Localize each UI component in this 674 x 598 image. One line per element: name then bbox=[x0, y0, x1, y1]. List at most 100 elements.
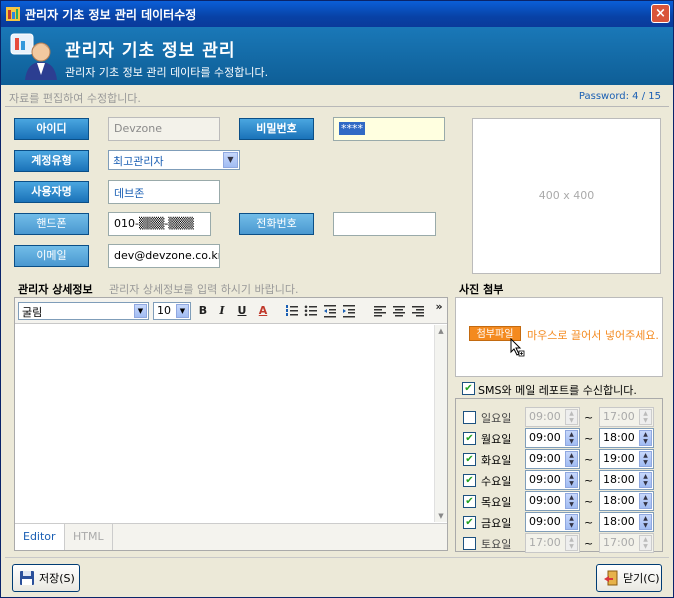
day-checkbox[interactable]: ✔ bbox=[463, 474, 476, 487]
password-counter: Password: 4 / 15 bbox=[578, 91, 661, 102]
start-time-spinner[interactable]: 09:00 ▲ ▼ bbox=[525, 407, 580, 427]
editor-content-area[interactable] bbox=[15, 325, 435, 521]
tilde: ~ bbox=[584, 411, 594, 424]
username-field[interactable]: 데브존 bbox=[108, 180, 220, 204]
door-exit-icon bbox=[604, 570, 618, 586]
start-time-spinner[interactable]: 17:00 ▲ ▼ bbox=[525, 533, 580, 553]
tilde: ~ bbox=[584, 432, 594, 445]
spin-arrows-icon[interactable]: ▲ ▼ bbox=[565, 451, 578, 467]
title-bar[interactable]: 관리자 기초 정보 관리 데이터수정 × bbox=[1, 1, 673, 27]
close-button[interactable]: 닫기(C) bbox=[596, 564, 662, 592]
end-time-spinner[interactable]: 18:00 ▲ ▼ bbox=[599, 512, 654, 532]
tel-field[interactable] bbox=[333, 212, 436, 236]
start-time: 09:00 bbox=[529, 410, 561, 423]
day-name: 수요일 bbox=[481, 475, 512, 488]
start-time-spinner[interactable]: 09:00 ▲ ▼ bbox=[525, 491, 580, 511]
email-field[interactable]: dev@devzone.co.kr bbox=[108, 244, 220, 268]
spin-arrows-icon[interactable]: ▲ ▼ bbox=[565, 409, 578, 425]
window-title: 관리자 기초 정보 관리 데이터수정 bbox=[25, 8, 197, 22]
password-mask: **** bbox=[339, 122, 365, 135]
id-field[interactable]: Devzone bbox=[108, 117, 220, 141]
save-button[interactable]: 저장(S) bbox=[12, 564, 80, 592]
edit-hint: 자료를 편집하여 수정합니다. bbox=[9, 92, 141, 105]
schedule-row: ✔ 화요일 09:00 ▲ ▼ ~ 19:00 ▲ ▼ bbox=[456, 449, 662, 469]
day-checkbox[interactable] bbox=[463, 411, 476, 424]
end-time-spinner[interactable]: 18:00 ▲ ▼ bbox=[599, 470, 654, 490]
end-time-spinner[interactable]: 17:00 ▲ ▼ bbox=[599, 407, 654, 427]
spin-arrows-icon[interactable]: ▲ ▼ bbox=[565, 514, 578, 530]
chevron-down-icon[interactable]: ▼ bbox=[134, 304, 147, 318]
start-time: 09:00 bbox=[529, 494, 561, 507]
sms-checkbox[interactable]: ✔ bbox=[462, 382, 475, 395]
end-time-spinner[interactable]: 19:00 ▲ ▼ bbox=[599, 449, 654, 469]
start-time-spinner[interactable]: 09:00 ▲ ▼ bbox=[525, 449, 580, 469]
tab-html[interactable]: HTML bbox=[65, 524, 113, 550]
bold-button[interactable]: B bbox=[195, 303, 211, 319]
chevron-down-icon[interactable]: ▼ bbox=[176, 304, 189, 318]
editor-scrollbar[interactable]: ▲ ▼ bbox=[434, 325, 447, 522]
password-field[interactable]: **** bbox=[333, 117, 445, 141]
font-size-select[interactable]: 10 ▼ bbox=[153, 302, 191, 320]
align-left-icon[interactable] bbox=[372, 303, 388, 319]
account-type-select[interactable]: 최고관리자 ▼ bbox=[108, 150, 240, 170]
phone-label: 핸드폰 bbox=[14, 213, 89, 235]
spin-arrows-icon[interactable]: ▲ ▼ bbox=[639, 514, 652, 530]
indent-icon[interactable] bbox=[341, 303, 357, 319]
chevron-down-icon[interactable]: ▼ bbox=[223, 152, 238, 168]
spin-arrows-icon[interactable]: ▲ ▼ bbox=[639, 535, 652, 551]
font-color-button[interactable]: A bbox=[255, 303, 271, 319]
font-size-value: 10 bbox=[157, 304, 171, 317]
spin-arrows-icon[interactable]: ▲ ▼ bbox=[639, 430, 652, 446]
day-checkbox[interactable]: ✔ bbox=[463, 432, 476, 445]
app-icon bbox=[6, 7, 20, 21]
end-time: 19:00 bbox=[603, 452, 635, 465]
start-time: 17:00 bbox=[529, 536, 561, 549]
end-time: 17:00 bbox=[603, 536, 635, 549]
end-time-spinner[interactable]: 17:00 ▲ ▼ bbox=[599, 533, 654, 553]
scroll-down-icon[interactable]: ▼ bbox=[435, 510, 447, 522]
ordered-list-icon[interactable] bbox=[284, 303, 300, 319]
schedule-row: ✔ 월요일 09:00 ▲ ▼ ~ 18:00 ▲ ▼ bbox=[456, 428, 662, 448]
unordered-list-icon[interactable] bbox=[303, 303, 319, 319]
schedule-row: ✔ 금요일 09:00 ▲ ▼ ~ 18:00 ▲ ▼ bbox=[456, 512, 662, 532]
photo-drop-zone[interactable]: 첨부파일 마우스로 끌어서 넣어주세요. bbox=[455, 297, 663, 377]
end-time: 18:00 bbox=[603, 515, 635, 528]
spin-arrows-icon[interactable]: ▲ ▼ bbox=[565, 535, 578, 551]
day-name: 화요일 bbox=[481, 454, 512, 467]
tilde: ~ bbox=[584, 453, 594, 466]
underline-button[interactable]: U bbox=[234, 303, 250, 319]
spin-arrows-icon[interactable]: ▲ ▼ bbox=[639, 451, 652, 467]
font-select[interactable]: 굴림 ▼ bbox=[18, 302, 149, 320]
phone-field[interactable]: 010-▒▒▒-▒▒▒ bbox=[108, 212, 211, 236]
close-icon[interactable]: × bbox=[651, 4, 670, 23]
end-time-spinner[interactable]: 18:00 ▲ ▼ bbox=[599, 428, 654, 448]
align-right-icon[interactable] bbox=[410, 303, 426, 319]
spin-arrows-icon[interactable]: ▲ ▼ bbox=[639, 493, 652, 509]
day-checkbox[interactable]: ✔ bbox=[463, 453, 476, 466]
spin-arrows-icon[interactable]: ▲ ▼ bbox=[639, 472, 652, 488]
spin-arrows-icon[interactable]: ▲ ▼ bbox=[565, 430, 578, 446]
banner-subtitle: 관리자 기초 정보 관리 데이타를 수정합니다. bbox=[65, 66, 269, 79]
start-time: 09:00 bbox=[529, 515, 561, 528]
italic-button[interactable]: I bbox=[214, 303, 230, 319]
outdent-icon[interactable] bbox=[322, 303, 338, 319]
tilde: ~ bbox=[584, 516, 594, 529]
end-time-spinner[interactable]: 18:00 ▲ ▼ bbox=[599, 491, 654, 511]
spin-arrows-icon[interactable]: ▲ ▼ bbox=[565, 472, 578, 488]
align-center-icon[interactable] bbox=[391, 303, 407, 319]
spin-arrows-icon[interactable]: ▲ ▼ bbox=[565, 493, 578, 509]
password-label: 비밀번호 bbox=[239, 118, 314, 140]
spin-arrows-icon[interactable]: ▲ ▼ bbox=[639, 409, 652, 425]
day-checkbox[interactable]: ✔ bbox=[463, 516, 476, 529]
start-time-spinner[interactable]: 09:00 ▲ ▼ bbox=[525, 470, 580, 490]
day-checkbox[interactable]: ✔ bbox=[463, 495, 476, 508]
photo-preview[interactable]: 400 x 400 bbox=[472, 118, 661, 274]
banner-title: 관리자 기초 정보 관리 bbox=[65, 41, 236, 61]
tab-editor[interactable]: Editor bbox=[15, 524, 65, 550]
start-time-spinner[interactable]: 09:00 ▲ ▼ bbox=[525, 428, 580, 448]
schedule-row: ✔ 목요일 09:00 ▲ ▼ ~ 18:00 ▲ ▼ bbox=[456, 491, 662, 511]
day-checkbox[interactable] bbox=[463, 537, 476, 550]
scroll-up-icon[interactable]: ▲ bbox=[435, 325, 447, 337]
more-tools-button[interactable]: » bbox=[431, 299, 447, 315]
start-time-spinner[interactable]: 09:00 ▲ ▼ bbox=[525, 512, 580, 532]
